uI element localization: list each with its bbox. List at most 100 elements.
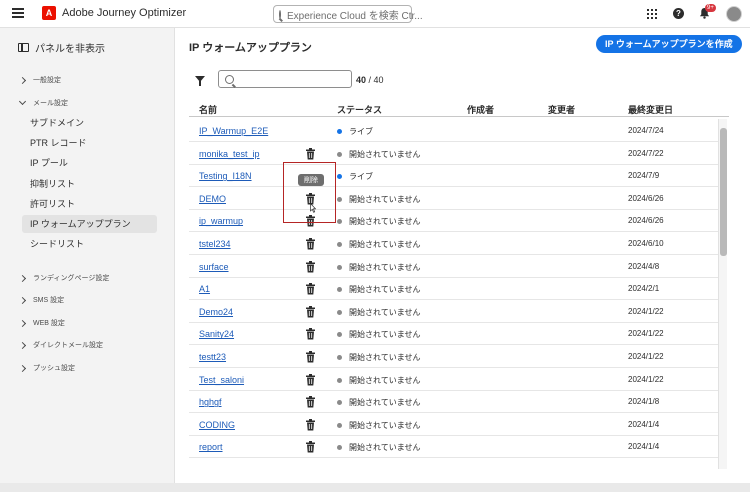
hide-panel-button[interactable]: パネルを非表示	[18, 40, 105, 55]
bottom-scrollbar[interactable]	[0, 483, 750, 492]
delete-icon[interactable]	[305, 260, 316, 273]
nav-group-landing-page[interactable]: ランディングページ設定	[18, 273, 109, 283]
nav-group-email[interactable]: メール設定	[18, 97, 68, 108]
last-modified-cell: 2024/1/22	[628, 306, 664, 316]
plan-name-link[interactable]: CODING	[199, 420, 235, 430]
nav-group-sms[interactable]: SMS 設定	[18, 295, 64, 305]
status-dot-icon	[337, 242, 342, 247]
delete-icon[interactable]	[305, 418, 316, 431]
table-row[interactable]: monika_test_ip 開始されていません 2024/7/22	[189, 142, 719, 165]
nav-group-direct-mail[interactable]: ダイレクトメール設定	[18, 340, 103, 350]
count-total: / 40	[368, 75, 384, 85]
filter-icon[interactable]	[195, 76, 205, 86]
status-cell: 開始されていません	[337, 352, 421, 363]
plan-name-link[interactable]: hghgf	[199, 397, 222, 407]
plan-name-link[interactable]: surface	[199, 262, 229, 272]
status-dot-icon	[337, 196, 342, 202]
column-header-creator[interactable]: 作成者	[467, 103, 494, 116]
status-cell: 開始されていません	[337, 262, 421, 273]
table-search-input[interactable]	[218, 70, 352, 88]
nav-group-label: ダイレクトメール設定	[33, 342, 103, 349]
table-row[interactable]: Testing_I18N ライブ 2024/7/9	[189, 164, 719, 188]
last-modified-cell: 2024/6/26	[628, 193, 664, 203]
status-dot-icon	[337, 287, 342, 293]
plan-name-link[interactable]: report	[199, 442, 223, 452]
plan-name-link[interactable]: Test_saloni	[199, 375, 244, 385]
table-row[interactable]: ip_warmup 開始されていません 2024/6/26	[189, 209, 719, 233]
delete-icon[interactable]	[305, 147, 316, 160]
apps-grid-icon[interactable]	[647, 9, 657, 19]
delete-icon[interactable]	[305, 305, 316, 318]
status-label: 開始されていません	[349, 262, 421, 272]
table-row[interactable]: Demo24 開始されていません 2024/1/22	[189, 300, 719, 323]
column-header-modifier[interactable]: 変更者	[548, 103, 575, 116]
menu-icon[interactable]	[12, 8, 24, 20]
nav-group-label: プッシュ設定	[33, 365, 75, 372]
delete-icon[interactable]	[305, 237, 316, 250]
plan-name-link[interactable]: DEMO	[199, 194, 226, 204]
nav-group-general[interactable]: 一般設定	[18, 75, 61, 85]
highlight-box	[283, 162, 336, 223]
delete-icon[interactable]	[305, 350, 316, 363]
delete-icon[interactable]	[305, 327, 316, 340]
status-dot-icon	[337, 129, 342, 134]
column-header-status[interactable]: ステータス	[337, 103, 382, 116]
column-header-name[interactable]: 名前	[199, 103, 217, 116]
help-icon[interactable]: ?	[673, 8, 684, 19]
nav-group-label: メール設定	[33, 100, 68, 107]
plan-name-link[interactable]: monika_test_ip	[199, 149, 260, 159]
table-row[interactable]: testt23 開始されていません 2024/1/22	[189, 345, 719, 368]
last-modified-cell: 2024/1/22	[628, 352, 664, 361]
table-row[interactable]: hghgf 開始されていません 2024/1/8	[189, 390, 719, 414]
sidebar-item-subdomains[interactable]: サブドメイン	[22, 114, 157, 132]
table-row[interactable]: IP_Warmup_E2E ライブ 2024/7/24	[189, 119, 719, 142]
column-header-last-modified[interactable]: 最終変更日	[628, 103, 673, 116]
plan-name-link[interactable]: Sanity24	[199, 329, 234, 339]
table-row[interactable]: tstel234 開始されていません 2024/6/10	[189, 232, 719, 255]
table-row[interactable]: surface 開始されていません 2024/4/8	[189, 255, 719, 278]
table-row[interactable]: DEMO 開始されていません 2024/6/26	[189, 187, 719, 210]
chevron-down-icon	[18, 97, 27, 106]
sidebar-item-ip-pools[interactable]: IP プール	[22, 154, 157, 172]
plan-name-link[interactable]: Demo24	[199, 307, 233, 317]
plan-name-link[interactable]: IP_Warmup_E2E	[199, 126, 268, 136]
delete-icon[interactable]	[305, 373, 316, 386]
delete-icon[interactable]	[305, 440, 316, 453]
table-row[interactable]: report 開始されていません 2024/1/4	[189, 435, 719, 459]
brand[interactable]: A Adobe Journey Optimizer	[42, 6, 186, 20]
status-label: 開始されていません	[349, 149, 421, 159]
table-row[interactable]: Test_saloni 開始されていません 2024/1/22	[189, 368, 719, 391]
sidebar-item-ip-warmup-plans[interactable]: IP ウォームアッププラン	[22, 215, 157, 233]
top-bar: A Adobe Journey Optimizer Experience Clo…	[0, 0, 750, 28]
create-ip-warmup-plan-button[interactable]: IP ウォームアッププランを作成	[596, 35, 742, 53]
status-label: ライブ	[349, 127, 373, 136]
app-name: Adobe Journey Optimizer	[62, 7, 187, 19]
panel-icon	[18, 43, 29, 52]
global-search-input[interactable]: Experience Cloud を検索 Ctr...	[273, 5, 423, 23]
delete-icon[interactable]	[305, 282, 316, 295]
table-scrollbar-thumb[interactable]	[720, 128, 727, 256]
sidebar: パネルを非表示 一般設定 メール設定 サブドメイン PTR レコード IP プー…	[0, 28, 175, 483]
status-cell: 開始されていません	[337, 375, 421, 386]
plan-name-link[interactable]: Testing_I18N	[199, 171, 252, 181]
sidebar-item-suppression-list[interactable]: 抑制リスト	[22, 175, 157, 193]
sidebar-item-seed-lists[interactable]: シードリスト	[22, 235, 157, 253]
table-row[interactable]: A1 開始されていません 2024/2/1	[189, 277, 719, 301]
table-row[interactable]: Sanity24 開始されていません 2024/1/22	[189, 322, 719, 346]
sidebar-item-allow-list[interactable]: 許可リスト	[22, 195, 157, 213]
plan-name-link[interactable]: ip_warmup	[199, 216, 243, 226]
chevron-right-icon	[18, 319, 27, 327]
adobe-logo-icon: A	[42, 6, 56, 20]
plan-name-link[interactable]: tstel234	[199, 239, 231, 249]
avatar[interactable]	[726, 6, 742, 22]
delete-icon[interactable]	[305, 395, 316, 408]
table-row[interactable]: CODING 開始されていません 2024/1/4	[189, 413, 719, 436]
last-modified-cell: 2024/1/22	[628, 374, 664, 384]
nav-group-web[interactable]: WEB 設定	[18, 318, 65, 328]
search-placeholder: Experience Cloud を検索 Ctr...	[287, 10, 423, 22]
status-label: 開始されていません	[349, 353, 421, 362]
sidebar-item-ptr-records[interactable]: PTR レコード	[22, 134, 157, 152]
plan-name-link[interactable]: testt23	[199, 352, 226, 362]
nav-group-push[interactable]: プッシュ設定	[18, 363, 75, 373]
plan-name-link[interactable]: A1	[199, 284, 210, 294]
